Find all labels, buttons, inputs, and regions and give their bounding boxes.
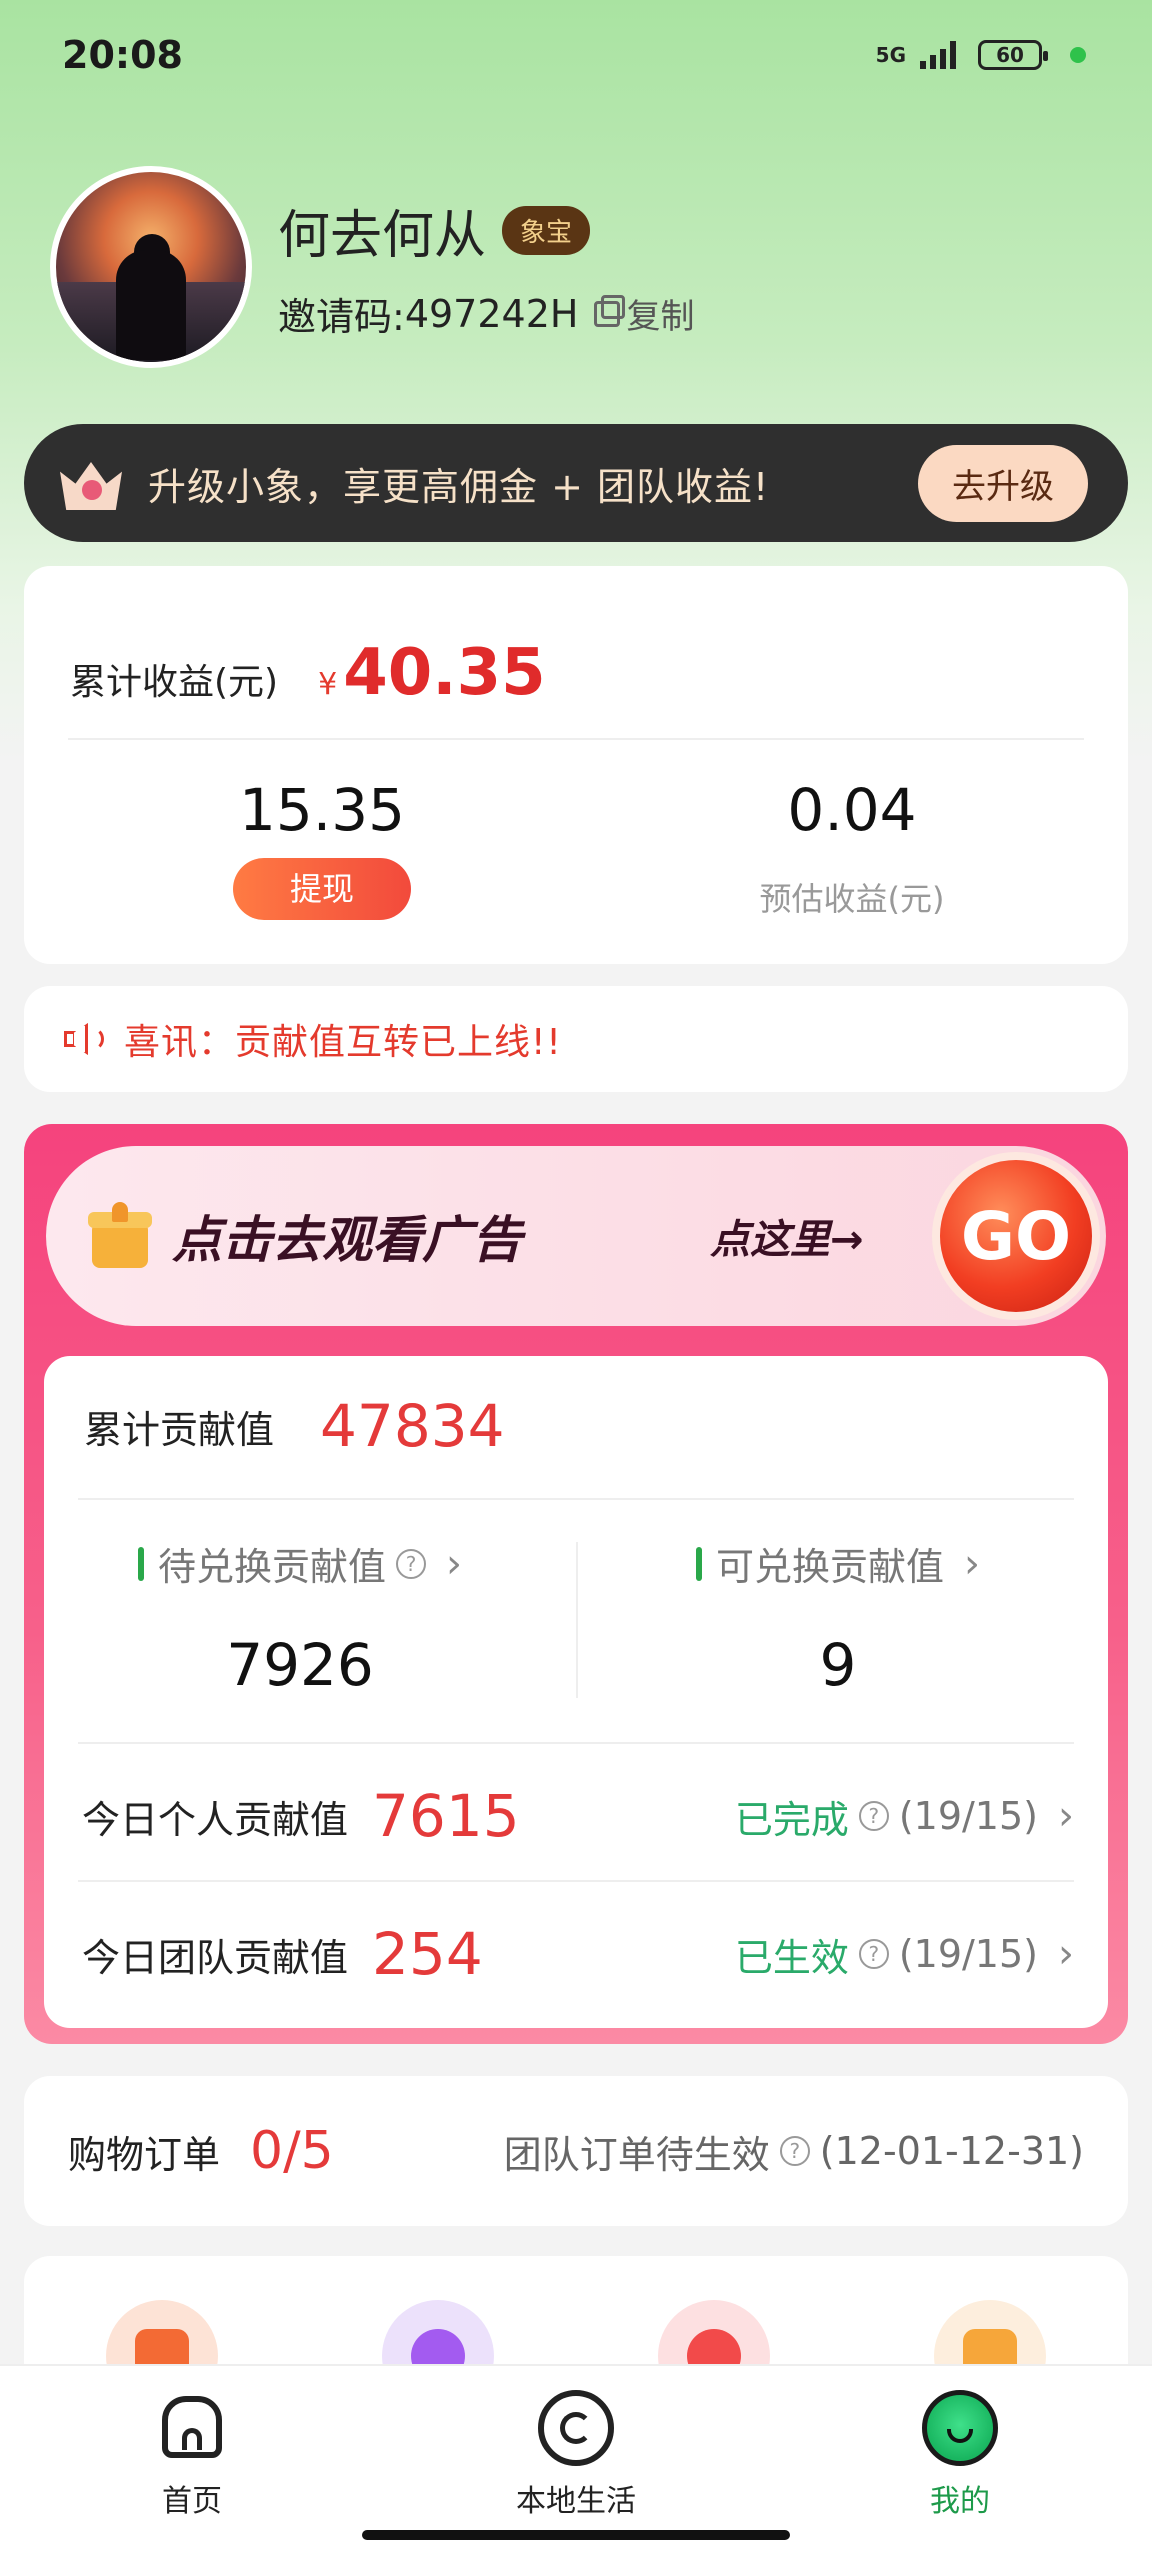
user-name: 何去何从 [278,206,487,266]
earnings-card: 累计收益(元) ¥ 40.35 15.35 提现 0.04 预估收益(元) [24,566,1128,964]
team-orders-label: 团队订单待生效 [503,2132,770,2177]
home-icon [154,2390,230,2466]
divider [78,1742,1074,1744]
privacy-indicator-dot [1070,47,1086,63]
withdraw-button[interactable]: 提现 [233,858,411,920]
earnings-total: 40.35 [343,636,546,710]
estimated-column: 0.04 预估收益(元) [652,776,1052,920]
redeemable-value: 9 [819,1631,857,1699]
orders-value: 0/5 [250,2121,334,2181]
row-value: 7615 [372,1782,520,1850]
ad-hint: 点这里→ [710,1217,864,1263]
help-icon[interactable]: ? [858,1939,889,1969]
marker-bar [695,1546,702,1581]
team-orders: 团队订单待生效 ? (12-01-12-31) [504,2124,1084,2179]
invite-row: 邀请码: 497242H 复制 [278,286,694,341]
profile-info: 何去何从 象宝 邀请码: 497242H 复制 [278,193,694,341]
orders-range: (12-01-12-31) [819,2129,1084,2173]
chevron-right-icon: › [1058,1931,1074,1977]
personal-contribution-row[interactable]: 今日个人贡献值 7615 已完成 ? (19/15) › [82,1752,1074,1880]
nav-item-local-life[interactable]: 本地生活 [456,2366,696,2520]
help-icon[interactable]: ? [858,1801,889,1831]
marker-bar [137,1546,144,1581]
gift-icon [88,1202,152,1270]
redeemable-label: 可兑换贡献值 [715,1545,944,1589]
chevron-right-icon: › [446,1540,462,1587]
row-count: (19/15) [898,1794,1038,1838]
upgrade-button[interactable]: 去升级 [918,444,1088,522]
row-label: 今日个人贡献值 [82,1797,349,1842]
status-icons: 5G 60 [876,40,1086,70]
pending-contribution[interactable]: 待兑换贡献值 ? › 7926 [80,1536,520,1699]
home-indicator[interactable] [362,2530,790,2540]
avatar[interactable] [50,166,252,368]
speaker-icon [64,1021,104,1057]
chevron-right-icon: › [1058,1793,1074,1839]
row-status-group: 已生效 ? (19/15) › [735,1927,1074,1982]
row-label: 今日团队贡献值 [82,1935,349,1980]
nav-item-home[interactable]: 首页 [72,2366,312,2520]
redeemable-contribution[interactable]: 可兑换贡献值 › 9 [618,1536,1058,1699]
orders-label: 购物订单 [68,2132,221,2177]
profile-icon [922,2390,998,2466]
nav-item-mine[interactable]: 我的 [840,2366,1080,2520]
contribution-total: 47834 [320,1392,505,1460]
estimated-label: 预估收益(元) [759,880,945,918]
contribution-card: 累计贡献值 47834 待兑换贡献值 ? › 7926 可兑换贡献值 › 9 今… [44,1356,1108,2028]
network-label: 5G [875,43,906,67]
invite-label: 邀请码: [278,295,405,339]
orders-card[interactable]: 购物订单 0/5 团队订单待生效 ? (12-01-12-31) [24,2076,1128,2226]
copy-label: 复制 [626,297,695,337]
contribution-panel: 点击去观看广告 点这里→ GO 累计贡献值 47834 待兑换贡献值 ? › 7… [24,1124,1128,2044]
nav-label: 我的 [930,2484,990,2519]
upgrade-banner[interactable]: 升级小象，享更高佣金 + 团队收益! 去升级 [24,424,1128,542]
watch-ad-banner[interactable]: 点击去观看广告 点这里→ GO [46,1146,1106,1326]
upgrade-text: 升级小象，享更高佣金 + 团队收益! [148,464,770,509]
nav-label: 首页 [162,2484,222,2519]
divider [78,1498,1074,1500]
row-count: (19/15) [898,1932,1038,1976]
profile-header: 何去何从 象宝 邀请码: 497242H 复制 [50,166,694,368]
team-contribution-row[interactable]: 今日团队贡献值 254 已生效 ? (19/15) › [82,1890,1074,2018]
copy-icon [594,294,626,327]
earnings-label: 累计收益(元) [70,662,279,703]
currency-symbol: ¥ [318,667,338,702]
ad-title: 点击去观看广告 [172,1211,522,1269]
estimated-amount: 0.04 [787,776,917,844]
invite-code: 497242H [404,291,579,336]
name-row: 何去何从 象宝 [278,193,694,268]
battery-icon: 60 [978,40,1048,70]
withdrawable-amount: 15.35 [238,776,406,844]
nav-label: 本地生活 [516,2484,636,2519]
row-value: 254 [372,1920,483,1988]
divider [78,1880,1074,1882]
copy-invite-button[interactable]: 复制 [594,289,694,338]
battery-level: 60 [996,43,1024,67]
divider [68,738,1084,740]
earnings-total-row: 累计收益(元) ¥ 40.35 [24,566,1128,710]
row-status: 已完成 [734,1797,849,1842]
contribution-total-label: 累计贡献值 [84,1407,275,1452]
row-status-group: 已完成 ? (19/15) › [735,1789,1074,1844]
row-status: 已生效 [734,1935,849,1980]
status-bar: 20:08 5G 60 [0,0,1152,110]
chevron-right-icon: › [964,1540,980,1587]
local-life-icon [538,2390,614,2466]
pending-label: 待兑换贡献值 [157,1545,386,1589]
crown-icon [56,452,126,514]
signal-icon [920,41,956,69]
go-button[interactable]: GO [932,1152,1100,1320]
help-icon[interactable]: ? [396,1548,426,1579]
pending-header: 待兑换贡献值 ? › [80,1536,520,1591]
status-time: 20:08 [62,33,183,77]
pending-value: 7926 [226,1631,374,1699]
notice-bar[interactable]: 喜讯：贡献值互转已上线!! [24,986,1128,1092]
notice-text: 喜讯：贡献值互转已上线!! [124,1022,562,1063]
contribution-total-row: 累计贡献值 47834 [84,1392,505,1460]
help-icon[interactable]: ? [779,2136,810,2166]
redeemable-header: 可兑换贡献值 › [618,1536,1058,1591]
vertical-divider [576,1542,578,1698]
member-badge: 象宝 [502,206,591,255]
withdrawable-column: 15.35 提现 [122,776,522,920]
